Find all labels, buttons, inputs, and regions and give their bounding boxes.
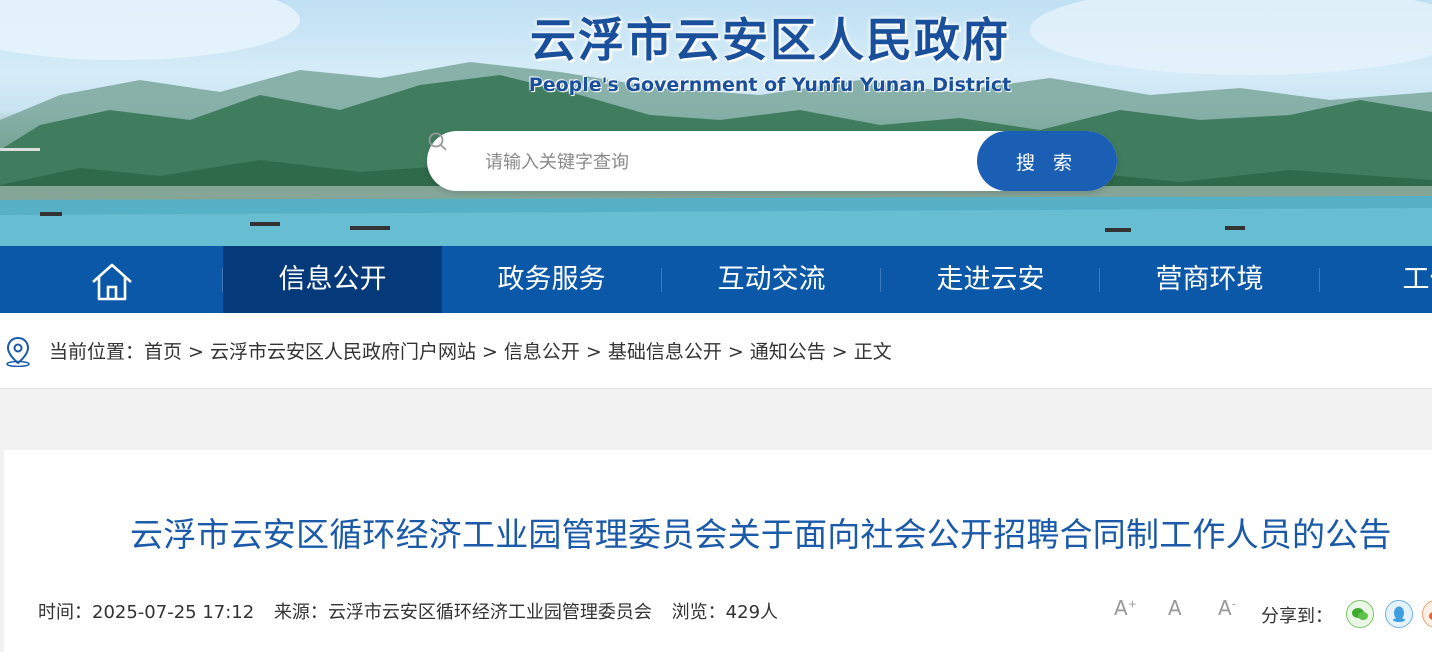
breadcrumb-item-current: 正文 — [853, 341, 892, 363]
font-increase-icon[interactable]: A+ — [1114, 596, 1137, 620]
article-title: 云浮市云安区循环经济工业园管理委员会关于面向社会公开招聘合同制工作人员的公告 — [130, 515, 1392, 554]
nav-item-about-yunan[interactable]: 走进云安 — [881, 246, 1100, 313]
breadcrumb-item-portal[interactable]: 云浮市云安区人民政府门户网站 — [210, 341, 476, 363]
breadcrumb-item-notices[interactable]: 通知公告 — [750, 341, 826, 363]
views-value: 429人 — [725, 602, 779, 623]
font-default-icon[interactable]: A — [1168, 596, 1182, 620]
source-label: 来源： — [273, 602, 328, 623]
breadcrumb-separator: > — [831, 341, 848, 363]
article-meta: 时间：2025-07-25 17:12 来源：云浮市云安区循环经济工业园管理委员… — [38, 598, 792, 624]
breadcrumb-separator: > — [188, 341, 204, 363]
article-panel: 云浮市云安区循环经济工业园管理委员会关于面向社会公开招聘合同制工作人员的公告 时… — [4, 450, 1432, 652]
nav-item-gov-service[interactable]: 政务服务 — [442, 246, 661, 313]
views-label: 浏览： — [671, 602, 726, 623]
search-icon — [428, 132, 447, 151]
wechat-icon[interactable] — [1346, 600, 1374, 628]
breadcrumb-separator: > — [481, 341, 498, 363]
nav-item-interaction[interactable]: 互动交流 — [662, 246, 881, 313]
publish-time-label: 时间： — [38, 602, 92, 623]
nav-item-work[interactable]: 工作 — [1320, 246, 1432, 313]
site-subtitle: People's Government of Yunfu Yunan Distr… — [528, 74, 1012, 96]
nav-item-info-public[interactable]: 信息公开 — [223, 246, 442, 313]
breadcrumb-separator: > — [727, 341, 744, 363]
weibo-icon[interactable] — [1422, 600, 1432, 628]
font-decrease-icon[interactable]: A- — [1218, 596, 1236, 620]
share-label: 分享到： — [1261, 606, 1333, 627]
publish-time-value: 2025-07-25 17:12 — [92, 602, 255, 623]
nav-home[interactable] — [0, 246, 219, 313]
search-input[interactable] — [483, 143, 967, 181]
nav-item-business-env[interactable]: 营商环境 — [1100, 246, 1319, 313]
source-value: 云浮市云安区循环经济工业园管理委员会 — [327, 602, 652, 623]
search-box: 搜 索 — [427, 131, 1117, 191]
breadcrumb: 当前位置：首页 > 云浮市云安区人民政府门户网站 > 信息公开 > 基础信息公开 > 通知公告 >… — [49, 337, 892, 364]
breadcrumb-prefix: 当前位置： — [49, 341, 145, 363]
header-banner: 云浮市云安区人民政府 People's Government of Yunfu … — [0, 0, 1432, 246]
breadcrumb-item-home[interactable]: 首页 — [144, 341, 182, 363]
site-title: 云浮市云安区人民政府 — [530, 13, 1010, 67]
home-icon — [92, 263, 132, 301]
breadcrumb-item-info-public[interactable]: 信息公开 — [504, 341, 580, 363]
qq-icon[interactable] — [1385, 600, 1413, 628]
breadcrumb-item-basic-info[interactable]: 基础信息公开 — [608, 341, 722, 363]
location-pin-icon — [6, 336, 30, 367]
view-count: 浏览：429人 — [672, 602, 778, 623]
breadcrumb-bar: 当前位置：首页 > 云浮市云安区人民政府门户网站 > 信息公开 > 基础信息公开 > 通知公告 >… — [0, 313, 1432, 389]
article-source: 来源：云浮市云安区循环经济工业园管理委员会 — [274, 602, 652, 623]
main-nav: 信息公开 政务服务 互动交流 走进云安 营商环境 工作 — [0, 246, 1432, 313]
search-button[interactable]: 搜 索 — [977, 131, 1117, 191]
breadcrumb-separator: > — [585, 341, 602, 363]
publish-time: 时间：2025-07-25 17:12 — [38, 602, 254, 623]
